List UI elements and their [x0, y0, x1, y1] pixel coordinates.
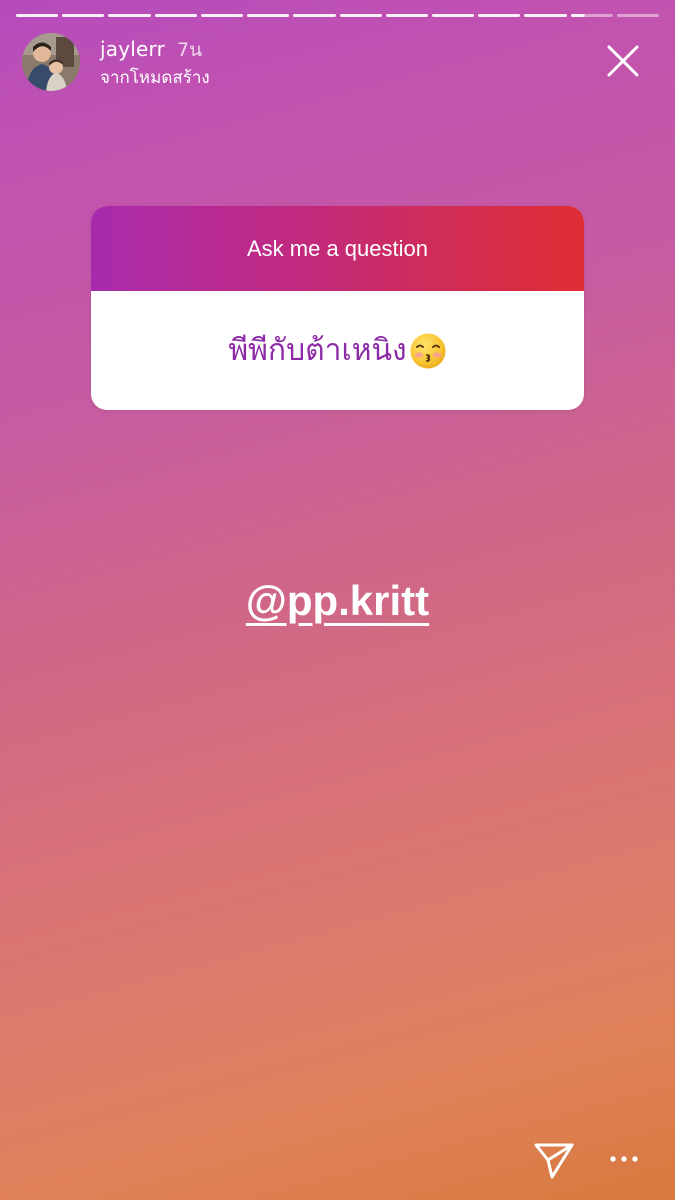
- more-options-button[interactable]: [607, 1145, 641, 1173]
- progress-segment: [524, 14, 567, 17]
- question-sticker-answer: พีพีกับต้าเหนิง: [228, 333, 407, 368]
- avatar[interactable]: [22, 33, 80, 91]
- kissing-face-icon: [410, 333, 446, 368]
- progress-segment: [339, 14, 382, 17]
- question-sticker-prompt: Ask me a question: [91, 206, 584, 291]
- progress-segment-current: [570, 14, 613, 17]
- progress-segment: [247, 14, 290, 17]
- avatar-photo: [22, 33, 80, 91]
- progress-segment: [478, 14, 521, 17]
- progress-segment: [200, 14, 244, 17]
- question-sticker[interactable]: Ask me a question พีพีกับต้าเหนิง: [91, 206, 584, 410]
- story-viewer: jaylerr 7น จากโหมดสร้าง Ask me a questio…: [0, 0, 675, 1200]
- more-icon: [610, 1156, 638, 1162]
- mention-sticker[interactable]: @pp.kritt: [0, 577, 675, 625]
- question-sticker-answer-row: พีพีกับต้าเหนิง: [91, 291, 584, 410]
- progress-segment: [108, 14, 151, 17]
- progress-segment: [154, 14, 197, 17]
- progress-segment: [293, 14, 336, 17]
- story-progress-bar: [16, 14, 660, 17]
- progress-segment: [431, 14, 475, 17]
- send-icon: [534, 1143, 574, 1179]
- time-ago: 7น: [177, 39, 203, 61]
- mention-text[interactable]: @pp.kritt: [246, 577, 429, 624]
- progress-segment: [62, 14, 105, 17]
- progress-segment: [16, 14, 59, 17]
- username[interactable]: jaylerr: [100, 37, 165, 61]
- progress-segment: [385, 14, 428, 17]
- story-header: jaylerr 7น จากโหมดสร้าง: [22, 33, 659, 93]
- close-icon: [607, 45, 639, 77]
- progress-segment: [616, 14, 660, 17]
- share-button[interactable]: [530, 1136, 578, 1182]
- user-info: jaylerr 7น: [100, 35, 202, 65]
- close-button[interactable]: [605, 43, 641, 79]
- story-source-label[interactable]: จากโหมดสร้าง: [100, 64, 210, 91]
